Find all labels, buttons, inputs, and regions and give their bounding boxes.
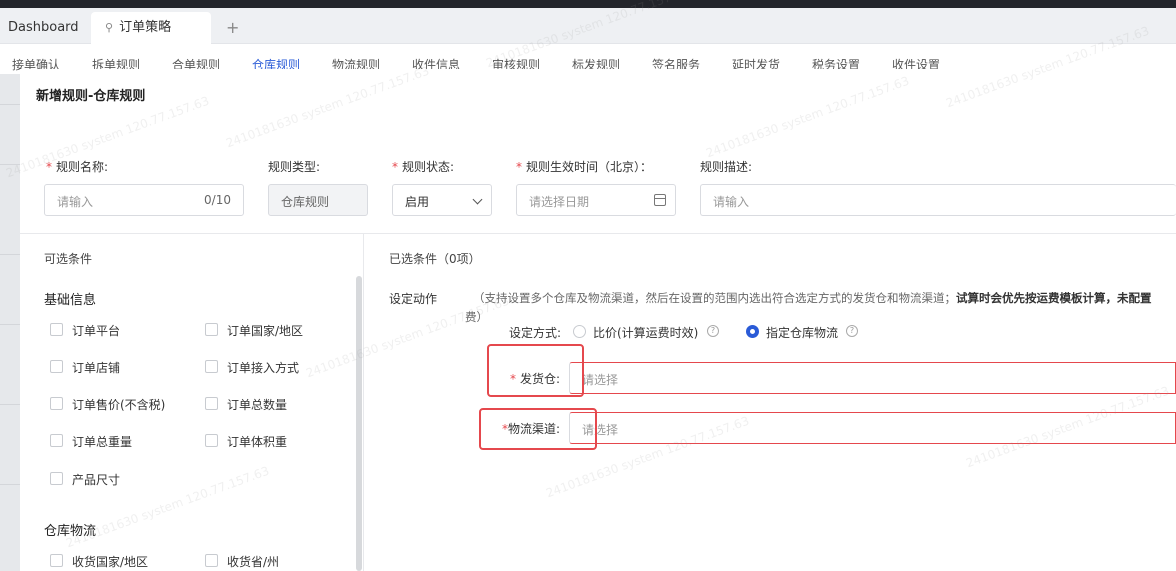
conditions-scrollbar[interactable]	[356, 276, 362, 571]
channel-label: *物流渠道:	[502, 422, 561, 436]
warehouse-select[interactable]: 请选择	[569, 362, 1176, 394]
action-hint-continued: 费）	[465, 310, 488, 324]
help-icon[interactable]: ?	[707, 325, 719, 337]
action-hint: （支持设置多个仓库及物流渠道，然后在设置的范围内选出符合选定方式的发货仓和物流渠…	[473, 291, 1152, 305]
rule-name-input[interactable]: 请输入 0/10	[44, 184, 244, 216]
rule-name-label: * 规则名称:	[46, 160, 109, 174]
available-conditions-header: 可选条件	[44, 252, 93, 266]
dialog-title: 新增规则-仓库规则	[36, 89, 146, 104]
set-action-label: 设定动作	[389, 292, 438, 306]
rule-status-select[interactable]: 启用	[392, 184, 492, 216]
top-bar	[0, 0, 1176, 8]
help-icon[interactable]: ?	[846, 325, 858, 337]
add-rule-dialog: 新增规则-仓库规则 * 规则名称: 请输入 0/10 规则类型: 仓库规则 * 规则…	[20, 69, 1176, 571]
selected-conditions-header: 已选条件（0项）	[389, 252, 481, 266]
tab-order-strategy-label: 订单策略	[119, 20, 172, 35]
channel-select[interactable]: 请选择	[569, 412, 1176, 444]
divider	[20, 233, 1176, 234]
add-tab-button[interactable]: +	[226, 19, 239, 37]
group-title-basic-info: 基础信息	[44, 293, 97, 308]
rule-description-input[interactable]: 请输入	[700, 184, 1176, 216]
group-title-warehouse-logistics: 仓库物流	[44, 524, 97, 539]
background-page	[0, 74, 20, 571]
chevron-down-icon	[472, 194, 483, 205]
pin-icon[interactable]: ⚲	[105, 21, 113, 34]
warehouse-label: * 发货仓:	[510, 372, 561, 386]
char-counter: 0/10	[204, 193, 231, 207]
divider	[363, 234, 364, 571]
rule-description-label: 规则描述:	[700, 160, 753, 174]
rule-status-label: * 规则状态:	[392, 160, 455, 174]
calendar-icon	[654, 194, 666, 206]
tab-dashboard[interactable]: Dashboard	[0, 12, 87, 44]
rule-type-label: 规则类型:	[268, 160, 321, 174]
tab-bar: Dashboard ⚲ 订单策略 +	[0, 8, 1176, 44]
rule-type-field: 仓库规则	[268, 184, 368, 216]
rule-effective-date-picker[interactable]: 请选择日期	[516, 184, 676, 216]
tab-order-strategy[interactable]: ⚲ 订单策略	[91, 12, 211, 44]
rule-effective-time-label: * 规则生效时间（北京）：	[516, 160, 653, 174]
mode-label: 设定方式:	[509, 326, 562, 340]
